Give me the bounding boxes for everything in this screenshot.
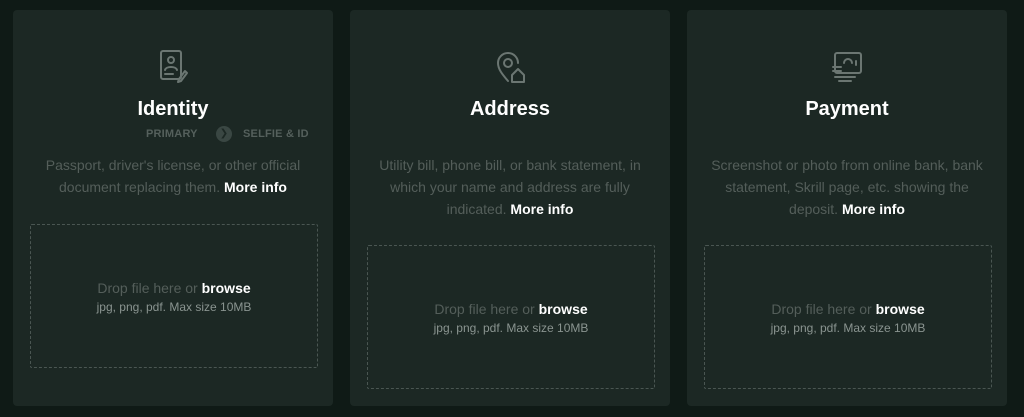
step-selfie-id[interactable]: SELFIE & ID (243, 128, 309, 140)
id-card-icon (149, 43, 197, 91)
identity-card: Identity PRIMARY ❯ SELFIE & ID Passport,… (13, 10, 333, 406)
card-description: Passport, driver's license, or other off… (33, 154, 313, 198)
file-hint: jpg, png, pdf. Max size 10MB (770, 321, 926, 335)
card-title: Payment (805, 98, 889, 120)
step-indicator: PRIMARY ❯ SELFIE & ID (13, 126, 333, 144)
drop-instructions: Drop file here or browse (31, 278, 317, 298)
drop-instructions: Drop file here or browse (705, 299, 991, 319)
browse-link[interactable]: browse (876, 301, 925, 317)
drop-instructions: Drop file here or browse (368, 299, 654, 319)
file-drop-zone[interactable]: Drop file here or browse jpg, png, pdf. … (704, 245, 992, 389)
drop-text: Drop file here or (97, 280, 198, 296)
location-home-icon (486, 43, 534, 91)
chevron-right-icon: ❯ (216, 126, 232, 142)
payment-card-icon (823, 43, 871, 91)
address-card: Address Utility bill, phone bill, or ban… (350, 10, 670, 406)
more-info-link[interactable]: More info (842, 201, 905, 217)
step-primary[interactable]: PRIMARY (146, 128, 198, 140)
browse-link[interactable]: browse (539, 301, 588, 317)
payment-card: Payment Screenshot or photo from online … (687, 10, 1007, 406)
more-info-link[interactable]: More info (510, 201, 573, 217)
browse-link[interactable]: browse (202, 280, 251, 296)
file-hint: jpg, png, pdf. Max size 10MB (96, 300, 252, 314)
card-title: Identity (137, 98, 209, 120)
verification-page: Identity PRIMARY ❯ SELFIE & ID Passport,… (0, 0, 1024, 417)
file-drop-zone[interactable]: Drop file here or browse jpg, png, pdf. … (30, 224, 318, 368)
card-title: Address (469, 98, 551, 120)
file-drop-zone[interactable]: Drop file here or browse jpg, png, pdf. … (367, 245, 655, 389)
card-description: Utility bill, phone bill, or bank statem… (370, 154, 650, 220)
more-info-link[interactable]: More info (224, 179, 287, 195)
file-hint: jpg, png, pdf. Max size 10MB (433, 321, 589, 335)
drop-text: Drop file here or (771, 301, 872, 317)
drop-text: Drop file here or (434, 301, 535, 317)
card-description: Screenshot or photo from online bank, ba… (707, 154, 987, 220)
